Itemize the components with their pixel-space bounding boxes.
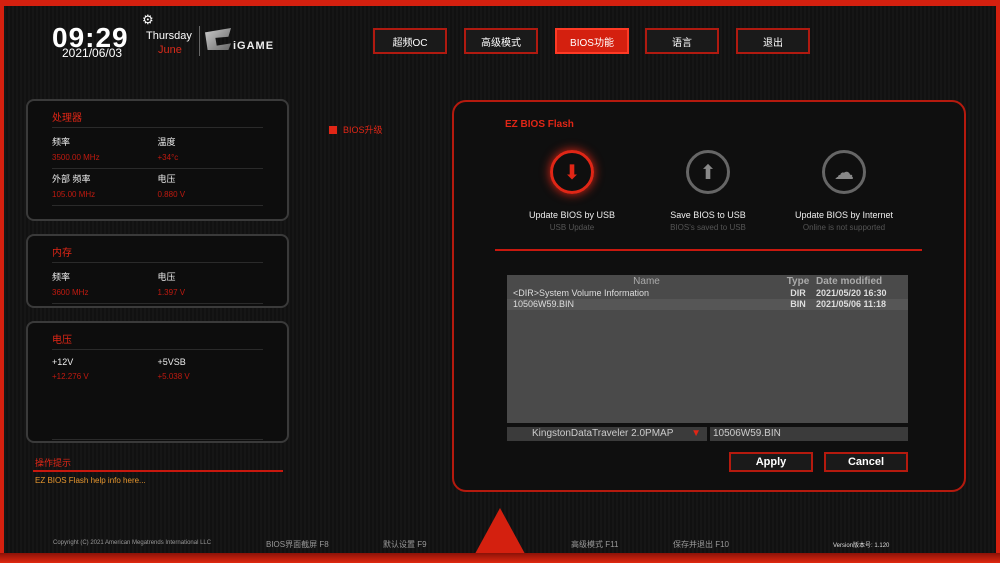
section-title: BIOS升级 (329, 123, 383, 136)
voltage-title: 电压 (52, 331, 263, 350)
voltage-card: 电压 +12V +12.276 V +5VSB +5.038 V (26, 321, 289, 443)
cell-type: DIR (790, 288, 806, 298)
cell-date: 2021/05/06 11:18 (816, 299, 887, 309)
apply-button[interactable]: Apply (729, 452, 813, 472)
cpu-label: 频率 (52, 137, 71, 147)
tab-exit[interactable]: 退出 (736, 28, 810, 54)
cancel-button[interactable]: Cancel (824, 452, 908, 472)
drive-select[interactable]: KingstonDataTraveler 2.0PMAP ▼ (507, 427, 707, 441)
memory-title: 内存 (52, 244, 263, 263)
date: 2021/06/03 (62, 46, 123, 60)
igame-logo-icon (205, 28, 231, 50)
cpu-value: 0.880 V (157, 190, 186, 199)
cpu-value: 3500.00 MHz (52, 153, 100, 162)
col-name: Name (633, 276, 660, 287)
cpu-label: 电压 (157, 174, 176, 184)
file-table: Name Type Date modified <DIR>System Volume… (507, 275, 908, 423)
bottom-bar (0, 553, 1000, 563)
screenshot-shortcut[interactable]: BIOS界面截屏 F8 (266, 539, 329, 550)
usb-download-icon: ⬇ (550, 150, 594, 194)
voltage-value: +5.038 V (157, 372, 190, 381)
cpu-value: +34°c (157, 153, 179, 162)
col-type: Type (786, 276, 810, 287)
cloud-download-icon: ☁ (822, 150, 866, 194)
memory-card: 内存 频率 3600 MHz 电压 1.397 V (26, 234, 289, 308)
divider (199, 26, 200, 56)
filename-field[interactable]: 10506W59.BIN (710, 427, 908, 441)
voltage-value: +12.276 V (52, 372, 89, 381)
version: Version版本号: 1.120 (833, 543, 890, 549)
memory-label: 频率 (52, 272, 71, 282)
gear-icon[interactable]: ⚙ (142, 12, 154, 28)
cell-name: 10506W59.BIN (513, 299, 575, 309)
brand-logo: iGAME (233, 40, 275, 52)
memory-value: 1.397 V (157, 288, 186, 297)
cpu-card: 处理器 频率 3500.00 MHz 温度 +34°c 外部 频率 105.00 MH… (26, 99, 289, 221)
table-row[interactable]: <DIR>System Volume Information DIR 2021/05… (507, 288, 908, 299)
advanced-shortcut[interactable]: 高级模式 F11 (571, 539, 618, 550)
voltage-label: +5VSB (157, 357, 186, 367)
col-date: Date modified (816, 276, 883, 287)
drive-value: KingstonDataTraveler 2.0PMAP (532, 428, 674, 439)
memory-label: 电压 (157, 272, 176, 282)
copyright: Copyright (C) 2021 American Megatrends I… (53, 540, 212, 546)
default-shortcut[interactable]: 默认设置 F9 (383, 539, 427, 550)
cell-type: BIN (790, 299, 806, 309)
option-label: Update BIOS by Internet (794, 210, 894, 220)
month: June (158, 44, 182, 56)
table-header: Name Type Date modified (507, 275, 908, 288)
save-exit-shortcut[interactable]: 保存并退出 F10 (673, 539, 729, 550)
weekday: Thursday (146, 30, 192, 42)
table-row[interactable]: 10506W59.BIN BIN 2021/05/06 11:18 (507, 299, 908, 310)
cpu-value: 105.00 MHz (52, 190, 96, 199)
divider (495, 249, 922, 251)
memory-value: 3600 MHz (52, 288, 89, 297)
cpu-label: 温度 (157, 137, 176, 147)
divider (33, 470, 283, 472)
tab-bios[interactable]: BIOS功能 (555, 28, 629, 54)
hint-text: EZ BIOS Flash help info here... (35, 476, 146, 485)
cpu-label: 外部 频率 (52, 174, 91, 184)
tab-advanced[interactable]: 高级模式 (464, 28, 538, 54)
cell-date: 2021/05/20 16:30 (816, 288, 887, 298)
usb-upload-icon: ⬆ (686, 150, 730, 194)
hint-title: 操作提示 (35, 458, 72, 468)
update-internet-option[interactable]: ☁ Update BIOS by Internet Online is not … (764, 150, 924, 232)
tab-language[interactable]: 语言 (645, 28, 719, 54)
cpu-title: 处理器 (52, 109, 263, 128)
option-sub: Online is not supported (802, 223, 886, 232)
dropdown-arrow-icon[interactable]: ▼ (691, 427, 701, 441)
tab-oc[interactable]: 超频OC (373, 28, 447, 54)
cell-name: <DIR>System Volume Information (513, 288, 650, 298)
voltage-label: +12V (52, 357, 74, 367)
top-bar (0, 0, 1000, 6)
panel-title: EZ BIOS Flash (505, 119, 574, 130)
